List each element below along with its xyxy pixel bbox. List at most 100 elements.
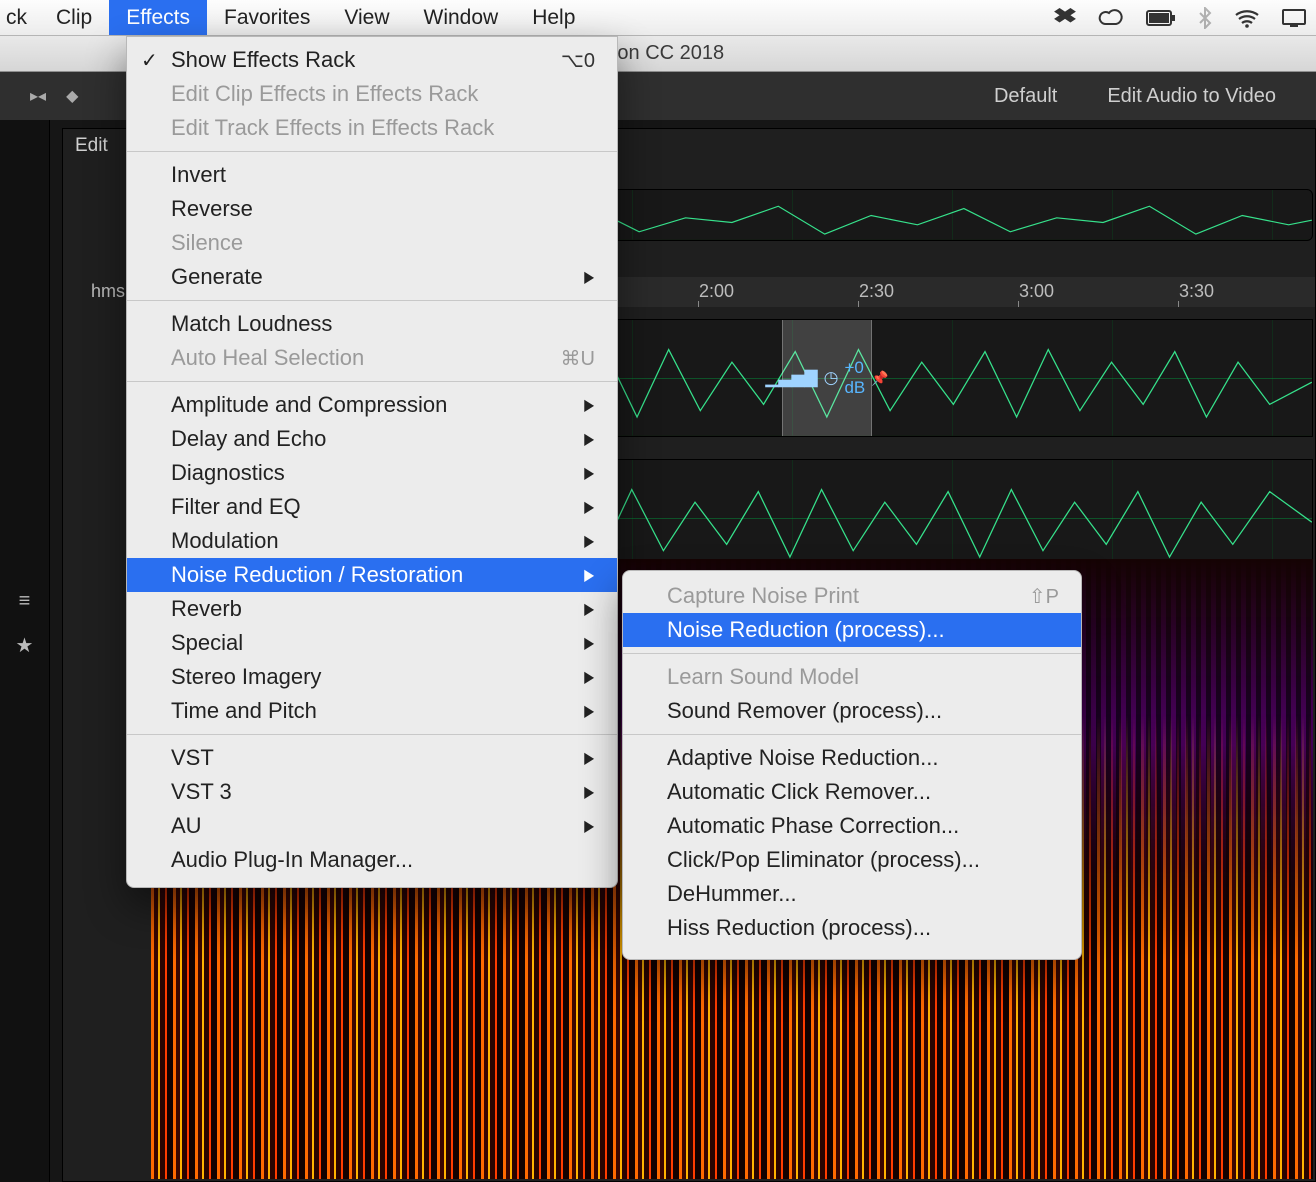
menu-item[interactable]: Automatic Phase Correction... [623, 809, 1081, 843]
menu-item-label: Capture Noise Print [667, 583, 859, 609]
menu-item-label: Silence [171, 230, 243, 256]
battery-icon[interactable] [1146, 10, 1176, 26]
menu-item[interactable]: Reverb ▶ [127, 592, 617, 626]
menu-item-label: Audio Plug-In Manager... [171, 847, 413, 873]
creative-cloud-icon[interactable] [1098, 8, 1124, 28]
check-icon: ✓ [141, 48, 158, 73]
menu-item[interactable]: Noise Reduction (process)... [623, 613, 1081, 647]
menu-item[interactable]: DeHummer... [623, 877, 1081, 911]
menu-item-help[interactable]: Help [515, 0, 592, 35]
tool-razor-icon[interactable]: ◆ [56, 86, 88, 106]
menu-item-label: VST [171, 745, 214, 771]
hamburger-icon[interactable]: ≡ [0, 590, 49, 613]
menu-item-label: Noise Reduction (process)... [667, 617, 945, 643]
bluetooth-icon[interactable] [1198, 7, 1212, 29]
submenu-arrow-icon: ▶ [584, 463, 594, 483]
submenu-arrow-icon: ▶ [584, 565, 594, 585]
menu-item-label: Amplitude and Compression [171, 392, 447, 418]
selection-db: +0 dB [844, 358, 865, 398]
menu-item[interactable]: Time and Pitch ▶ [127, 694, 617, 728]
menu-item[interactable]: Automatic Click Remover... [623, 775, 1081, 809]
menu-item-label: VST 3 [171, 779, 232, 805]
menu-item[interactable]: AU ▶ [127, 809, 617, 843]
menu-item-label: Reverse [171, 196, 253, 222]
submenu-arrow-icon: ▶ [584, 701, 594, 721]
submenu-arrow-icon: ▶ [584, 267, 594, 287]
wifi-icon[interactable] [1234, 8, 1260, 28]
ruler-tick: 3:00 [1019, 281, 1054, 302]
left-gutter: ≡ ★ [0, 120, 50, 1182]
mac-tray [1054, 7, 1316, 29]
menu-item-label: Invert [171, 162, 226, 188]
star-icon[interactable]: ★ [0, 633, 49, 658]
submenu-arrow-icon: ▶ [584, 782, 594, 802]
clock-icon: ◷ [824, 368, 839, 388]
menu-item[interactable]: VST ▶ [127, 741, 617, 775]
menu-item-label: Noise Reduction / Restoration [171, 562, 463, 588]
menu-item-favorites[interactable]: Favorites [207, 0, 327, 35]
menu-item[interactable]: Sound Remover (process)... [623, 694, 1081, 728]
menu-item-clip[interactable]: Clip [39, 0, 109, 35]
panel-tab-editor[interactable]: Edit [75, 135, 108, 157]
menu-item-label: Filter and EQ [171, 494, 301, 520]
menu-item-label: Special [171, 630, 243, 656]
menu-item-label: Time and Pitch [171, 698, 317, 724]
menu-item-label: Hiss Reduction (process)... [667, 915, 931, 941]
menu-item[interactable]: ✓ Show Effects Rack ⌥0 [127, 43, 617, 77]
menu-item[interactable]: Hiss Reduction (process)... [623, 911, 1081, 945]
menu-item[interactable]: ck [0, 0, 39, 35]
menu-item[interactable]: Delay and Echo ▶ [127, 422, 617, 456]
menu-item[interactable]: Invert [127, 158, 617, 192]
menu-item-label: Sound Remover (process)... [667, 698, 942, 724]
menu-item[interactable]: Match Loudness [127, 307, 617, 341]
menu-item-label: Automatic Phase Correction... [667, 813, 959, 839]
menu-item-effects[interactable]: Effects [109, 0, 207, 35]
submenu-arrow-icon: ▶ [584, 816, 594, 836]
menu-item-label: Auto Heal Selection [171, 345, 364, 371]
submenu-arrow-icon: ▶ [584, 497, 594, 517]
menu-item[interactable]: Noise Reduction / Restoration ▶ [127, 558, 617, 592]
menu-item[interactable]: Adaptive Noise Reduction... [623, 741, 1081, 775]
menu-item-label: Match Loudness [171, 311, 332, 337]
menu-item-label: Generate [171, 264, 263, 290]
menu-item[interactable]: Diagnostics▶ [127, 456, 617, 490]
display-icon[interactable] [1282, 9, 1306, 27]
submenu-arrow-icon: ▶ [584, 599, 594, 619]
workspace-edit-audio-to-video[interactable]: Edit Audio to Video [1107, 85, 1276, 108]
menu-item[interactable]: Reverse [127, 192, 617, 226]
volume-bars-icon: ▁▃▅▇ [765, 368, 817, 388]
menu-item: Edit Clip Effects in Effects Rack [127, 77, 617, 111]
menu-item[interactable]: Filter and EQ ▶ [127, 490, 617, 524]
tool-move-icon[interactable]: ▸◂ [20, 86, 56, 106]
selection-hud[interactable]: ▁▃▅▇ ◷ +0 dB 📌 [782, 320, 872, 436]
menu-item-label: Automatic Click Remover... [667, 779, 931, 805]
menu-item[interactable]: Amplitude and Compression▶ [127, 388, 617, 422]
submenu-arrow-icon: ▶ [584, 748, 594, 768]
submenu-arrow-icon: ▶ [584, 531, 594, 551]
menu-item-window[interactable]: Window [407, 0, 516, 35]
ruler-tick: 2:30 [859, 281, 894, 302]
ruler-tick: 2:00 [699, 281, 734, 302]
menu-item[interactable]: Click/Pop Eliminator (process)... [623, 843, 1081, 877]
menu-item-label: AU [171, 813, 202, 839]
submenu-arrow-icon: ▶ [584, 429, 594, 449]
menu-item[interactable]: VST 3 ▶ [127, 775, 617, 809]
menu-item: Auto Heal Selection⌘U [127, 341, 617, 375]
menu-item[interactable]: Special▶ [127, 626, 617, 660]
menu-item-label: Show Effects Rack [171, 47, 355, 73]
menu-item-view[interactable]: View [327, 0, 406, 35]
dropbox-icon[interactable] [1054, 8, 1076, 28]
menu-item[interactable]: Modulation▶ [127, 524, 617, 558]
menu-item-label: Learn Sound Model [667, 664, 859, 690]
menu-item-label: Delay and Echo [171, 426, 326, 452]
menu-item-label: Reverb [171, 596, 242, 622]
menu-item-label: Stereo Imagery [171, 664, 321, 690]
pin-icon[interactable]: 📌 [871, 370, 888, 387]
menu-item[interactable]: Generate ▶ [127, 260, 617, 294]
menu-item-shortcut: ⌥0 [561, 48, 595, 73]
menu-item[interactable]: Audio Plug-In Manager... [127, 843, 617, 877]
menu-item: Edit Track Effects in Effects Rack [127, 111, 617, 145]
submenu-arrow-icon: ▶ [584, 667, 594, 687]
workspace-default[interactable]: Default [994, 85, 1057, 108]
menu-item[interactable]: Stereo Imagery ▶ [127, 660, 617, 694]
